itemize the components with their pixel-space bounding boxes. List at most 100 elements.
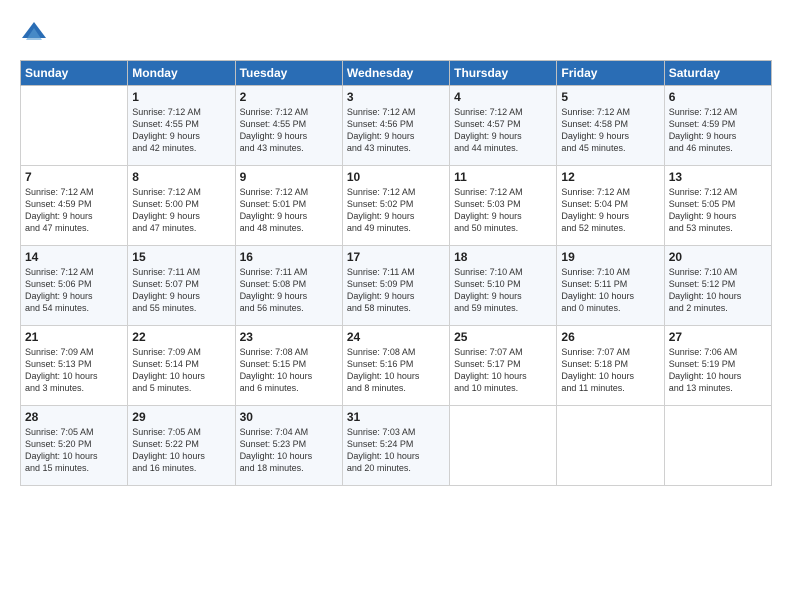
day-number: 23 (240, 330, 338, 344)
weekday-header-tuesday: Tuesday (235, 61, 342, 86)
day-number: 30 (240, 410, 338, 424)
day-number: 20 (669, 250, 767, 264)
calendar-cell (450, 406, 557, 486)
weekday-header-saturday: Saturday (664, 61, 771, 86)
day-number: 21 (25, 330, 123, 344)
calendar-cell: 7 Sunrise: 7:12 AMSunset: 4:59 PMDaylight… (21, 166, 128, 246)
calendar-cell: 2 Sunrise: 7:12 AMSunset: 4:55 PMDaylight… (235, 86, 342, 166)
calendar-cell: 6 Sunrise: 7:12 AMSunset: 4:59 PMDaylight… (664, 86, 771, 166)
cell-text: Sunrise: 7:12 AMSunset: 4:58 PMDaylight:… (561, 106, 659, 155)
calendar-cell: 25 Sunrise: 7:07 AMSunset: 5:17 PMDayligh… (450, 326, 557, 406)
day-number: 24 (347, 330, 445, 344)
cell-text: Sunrise: 7:12 AMSunset: 4:59 PMDaylight:… (25, 186, 123, 235)
calendar-cell: 20Sunrise: 7:10 AMSunset: 5:12 PMDayligh… (664, 246, 771, 326)
day-number: 14 (25, 250, 123, 264)
cell-text: Sunrise: 7:12 AMSunset: 5:06 PMDaylight:… (25, 266, 123, 315)
logo-icon (20, 18, 48, 46)
day-number: 12 (561, 170, 659, 184)
calendar-cell: 21 Sunrise: 7:09 AMSunset: 5:13 PMDayligh… (21, 326, 128, 406)
calendar-cell: 16 Sunrise: 7:11 AMSunset: 5:08 PMDayligh… (235, 246, 342, 326)
cell-text: Sunrise: 7:10 AMSunset: 5:10 PMDaylight:… (454, 266, 552, 315)
day-number: 7 (25, 170, 123, 184)
day-number: 22 (132, 330, 230, 344)
cell-text: Sunrise: 7:08 AMSunset: 5:15 PMDaylight:… (240, 346, 338, 395)
cell-text: Sunrise: 7:12 AMSunset: 4:59 PMDaylight:… (669, 106, 767, 155)
calendar-cell: 23 Sunrise: 7:08 AMSunset: 5:15 PMDayligh… (235, 326, 342, 406)
cell-text: Sunrise: 7:06 AMSunset: 5:19 PMDaylight:… (669, 346, 767, 395)
page: SundayMondayTuesdayWednesdayThursdayFrid… (0, 0, 792, 612)
cell-text: Sunrise: 7:12 AMSunset: 5:02 PMDaylight:… (347, 186, 445, 235)
weekday-header-sunday: Sunday (21, 61, 128, 86)
weekday-header-wednesday: Wednesday (342, 61, 449, 86)
weekday-header-friday: Friday (557, 61, 664, 86)
day-number: 27 (669, 330, 767, 344)
day-number: 6 (669, 90, 767, 104)
cell-text: Sunrise: 7:12 AMSunset: 4:55 PMDaylight:… (240, 106, 338, 155)
cell-text: Sunrise: 7:09 AMSunset: 5:13 PMDaylight:… (25, 346, 123, 395)
cell-text: Sunrise: 7:05 AMSunset: 5:20 PMDaylight:… (25, 426, 123, 475)
cell-text: Sunrise: 7:12 AMSunset: 4:57 PMDaylight:… (454, 106, 552, 155)
day-number: 16 (240, 250, 338, 264)
calendar-cell (664, 406, 771, 486)
calendar-cell: 3 Sunrise: 7:12 AMSunset: 4:56 PMDaylight… (342, 86, 449, 166)
cell-text: Sunrise: 7:11 AMSunset: 5:08 PMDaylight:… (240, 266, 338, 315)
calendar-cell: 10Sunrise: 7:12 AMSunset: 5:02 PMDayligh… (342, 166, 449, 246)
calendar-cell: 14 Sunrise: 7:12 AMSunset: 5:06 PMDayligh… (21, 246, 128, 326)
day-number: 31 (347, 410, 445, 424)
day-number: 5 (561, 90, 659, 104)
day-number: 25 (454, 330, 552, 344)
day-number: 4 (454, 90, 552, 104)
calendar-cell: 5 Sunrise: 7:12 AMSunset: 4:58 PMDaylight… (557, 86, 664, 166)
calendar-cell: 4 Sunrise: 7:12 AMSunset: 4:57 PMDaylight… (450, 86, 557, 166)
weekday-header-row: SundayMondayTuesdayWednesdayThursdayFrid… (21, 61, 772, 86)
cell-text: Sunrise: 7:07 AMSunset: 5:17 PMDaylight:… (454, 346, 552, 395)
calendar-cell: 1Sunrise: 7:12 AMSunset: 4:55 PMDaylight… (128, 86, 235, 166)
cell-text: Sunrise: 7:07 AMSunset: 5:18 PMDaylight:… (561, 346, 659, 395)
calendar-cell: 13Sunrise: 7:12 AMSunset: 5:05 PMDayligh… (664, 166, 771, 246)
calendar-cell: 31 Sunrise: 7:03 AMSunset: 5:24 PMDayligh… (342, 406, 449, 486)
calendar-cell: 30 Sunrise: 7:04 AMSunset: 5:23 PMDayligh… (235, 406, 342, 486)
day-number: 9 (240, 170, 338, 184)
cell-text: Sunrise: 7:12 AMSunset: 5:04 PMDaylight:… (561, 186, 659, 235)
day-number: 18 (454, 250, 552, 264)
day-number: 13 (669, 170, 767, 184)
calendar-cell: 27 Sunrise: 7:06 AMSunset: 5:19 PMDayligh… (664, 326, 771, 406)
cell-text: Sunrise: 7:11 AMSunset: 5:07 PMDaylight:… (132, 266, 230, 315)
week-row-4: 21 Sunrise: 7:09 AMSunset: 5:13 PMDayligh… (21, 326, 772, 406)
day-number: 3 (347, 90, 445, 104)
cell-text: Sunrise: 7:12 AMSunset: 5:00 PMDaylight:… (132, 186, 230, 235)
calendar-cell: 17Sunrise: 7:11 AMSunset: 5:09 PMDayligh… (342, 246, 449, 326)
calendar-cell: 12 Sunrise: 7:12 AMSunset: 5:04 PMDayligh… (557, 166, 664, 246)
cell-text: Sunrise: 7:03 AMSunset: 5:24 PMDaylight:… (347, 426, 445, 475)
cell-text: Sunrise: 7:12 AMSunset: 4:56 PMDaylight:… (347, 106, 445, 155)
day-number: 19 (561, 250, 659, 264)
cell-text: Sunrise: 7:04 AMSunset: 5:23 PMDaylight:… (240, 426, 338, 475)
calendar-cell: 22Sunrise: 7:09 AMSunset: 5:14 PMDayligh… (128, 326, 235, 406)
cell-text: Sunrise: 7:12 AMSunset: 5:03 PMDaylight:… (454, 186, 552, 235)
header (20, 18, 772, 46)
calendar-cell: 29Sunrise: 7:05 AMSunset: 5:22 PMDayligh… (128, 406, 235, 486)
day-number: 1 (132, 90, 230, 104)
calendar-cell: 18 Sunrise: 7:10 AMSunset: 5:10 PMDayligh… (450, 246, 557, 326)
calendar-table: SundayMondayTuesdayWednesdayThursdayFrid… (20, 60, 772, 486)
day-number: 28 (25, 410, 123, 424)
calendar-cell: 26 Sunrise: 7:07 AMSunset: 5:18 PMDayligh… (557, 326, 664, 406)
calendar-cell: 8Sunrise: 7:12 AMSunset: 5:00 PMDaylight… (128, 166, 235, 246)
week-row-3: 14 Sunrise: 7:12 AMSunset: 5:06 PMDayligh… (21, 246, 772, 326)
cell-text: Sunrise: 7:10 AMSunset: 5:11 PMDaylight:… (561, 266, 659, 315)
calendar-cell: 24 Sunrise: 7:08 AMSunset: 5:16 PMDayligh… (342, 326, 449, 406)
calendar-cell: 19 Sunrise: 7:10 AMSunset: 5:11 PMDayligh… (557, 246, 664, 326)
day-number: 2 (240, 90, 338, 104)
day-number: 11 (454, 170, 552, 184)
week-row-2: 7 Sunrise: 7:12 AMSunset: 4:59 PMDaylight… (21, 166, 772, 246)
day-number: 15 (132, 250, 230, 264)
day-number: 26 (561, 330, 659, 344)
week-row-5: 28 Sunrise: 7:05 AMSunset: 5:20 PMDayligh… (21, 406, 772, 486)
calendar-cell (21, 86, 128, 166)
calendar-cell (557, 406, 664, 486)
cell-text: Sunrise: 7:08 AMSunset: 5:16 PMDaylight:… (347, 346, 445, 395)
weekday-header-thursday: Thursday (450, 61, 557, 86)
calendar-cell: 11 Sunrise: 7:12 AMSunset: 5:03 PMDayligh… (450, 166, 557, 246)
day-number: 29 (132, 410, 230, 424)
calendar-cell: 28 Sunrise: 7:05 AMSunset: 5:20 PMDayligh… (21, 406, 128, 486)
